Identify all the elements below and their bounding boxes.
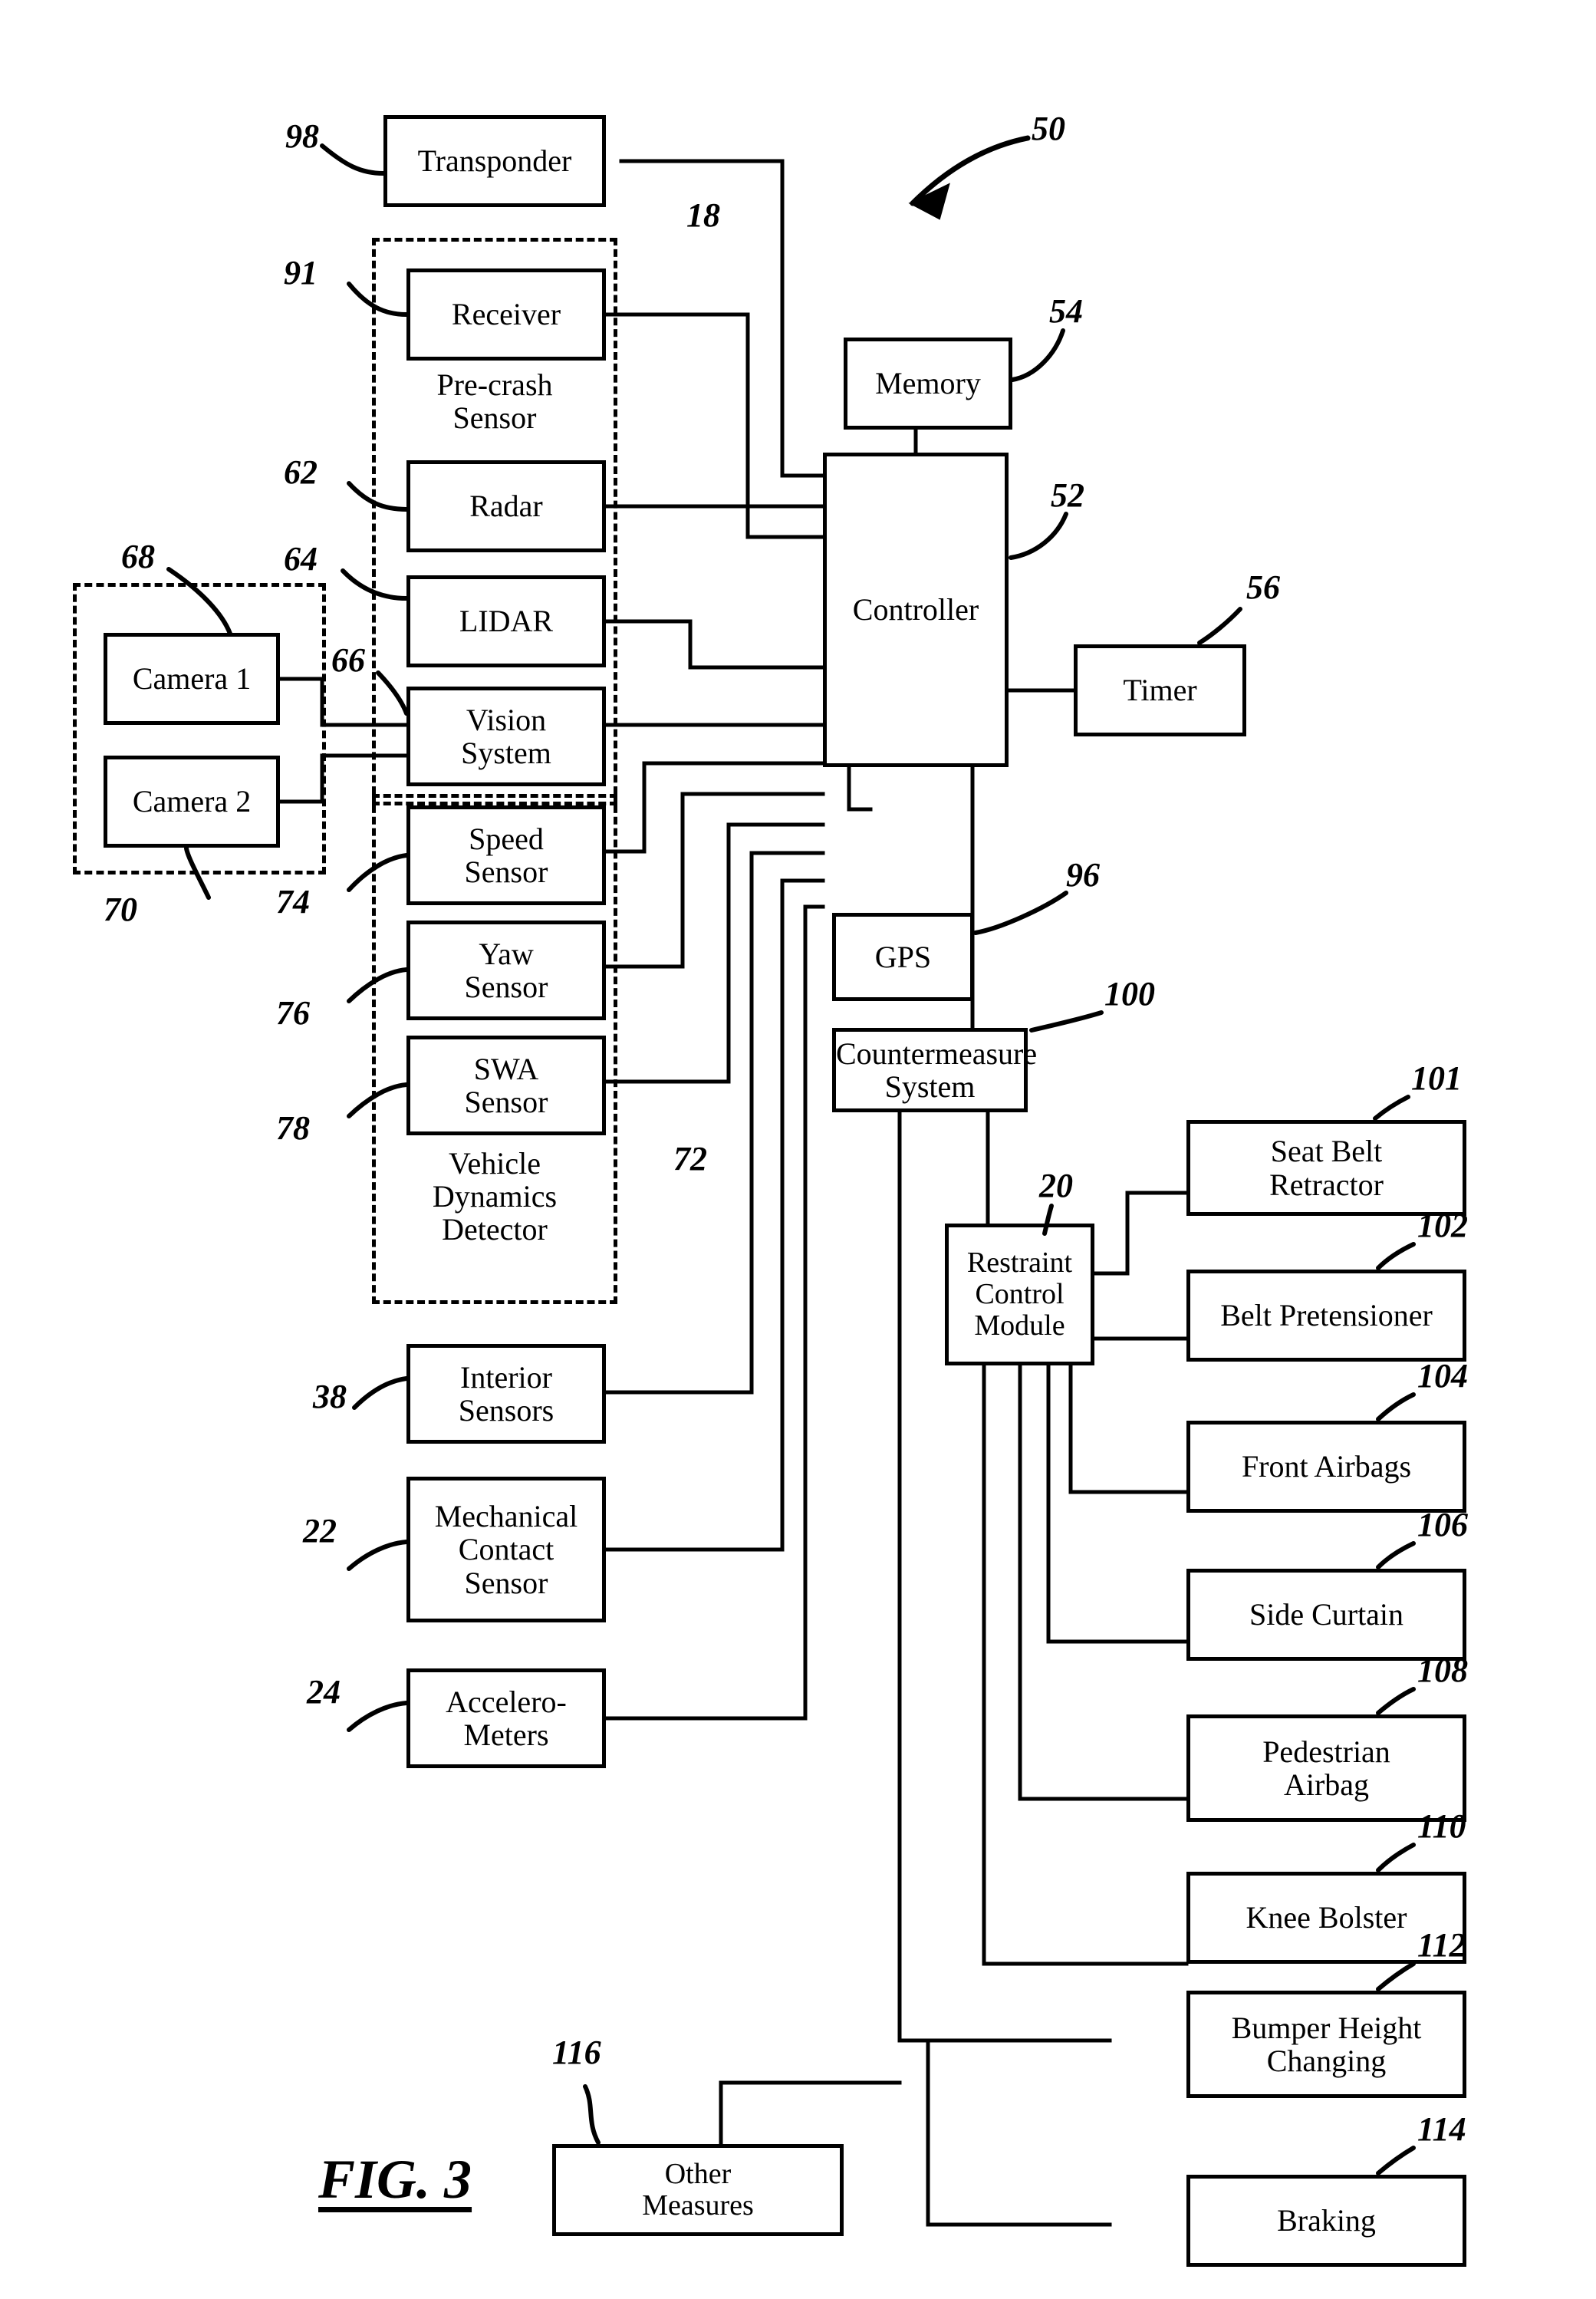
ref-numeral-104: 104 — [1417, 1357, 1468, 1395]
ref-numeral-74: 74 — [276, 883, 310, 921]
figure-label: FIG. 3 — [318, 2149, 472, 2210]
ref-numeral-62: 62 — [284, 453, 318, 491]
ref-numeral-110: 110 — [1417, 1807, 1466, 1845]
ref-numeral-101: 101 — [1411, 1059, 1462, 1097]
reference-leader-lines — [166, 135, 1416, 2175]
ref-numeral-100: 100 — [1104, 975, 1155, 1013]
ref-numeral-96: 96 — [1066, 856, 1100, 894]
ref-numeral-18: 18 — [686, 196, 720, 234]
ref-numeral-38: 38 — [313, 1378, 347, 1415]
ref-numeral-66: 66 — [331, 641, 365, 679]
ref-numeral-24: 24 — [307, 1673, 341, 1711]
ref-numeral-102: 102 — [1417, 1207, 1468, 1244]
ref-numeral-56: 56 — [1246, 568, 1280, 606]
ref-numeral-116: 116 — [552, 2034, 601, 2071]
ref-numeral-112: 112 — [1417, 1926, 1466, 1964]
ref-numeral-76: 76 — [276, 994, 310, 1032]
ref-numeral-64: 64 — [284, 540, 318, 578]
ref-numeral-68: 68 — [121, 538, 155, 575]
system-arrowhead — [908, 183, 950, 220]
ref-numeral-54: 54 — [1049, 292, 1083, 330]
ref-numeral-98: 98 — [285, 117, 319, 155]
ref-numeral-106: 106 — [1417, 1506, 1468, 1543]
ref-numeral-114: 114 — [1417, 2110, 1466, 2148]
ref-numeral-108: 108 — [1417, 1652, 1468, 1689]
ref-numeral-70: 70 — [104, 891, 137, 928]
ref-numeral-22: 22 — [303, 1512, 337, 1550]
ref-numeral-91: 91 — [284, 254, 318, 291]
ref-numeral-50: 50 — [1032, 110, 1065, 147]
ref-numeral-52: 52 — [1051, 476, 1084, 514]
ref-numeral-78: 78 — [276, 1109, 310, 1147]
ref-numeral-72: 72 — [673, 1140, 707, 1177]
ref-numeral-20: 20 — [1039, 1167, 1073, 1204]
patent-figure-sheet: Pre-crash Sensor Vehicle Dynamics Detector … — [0, 0, 1596, 2299]
